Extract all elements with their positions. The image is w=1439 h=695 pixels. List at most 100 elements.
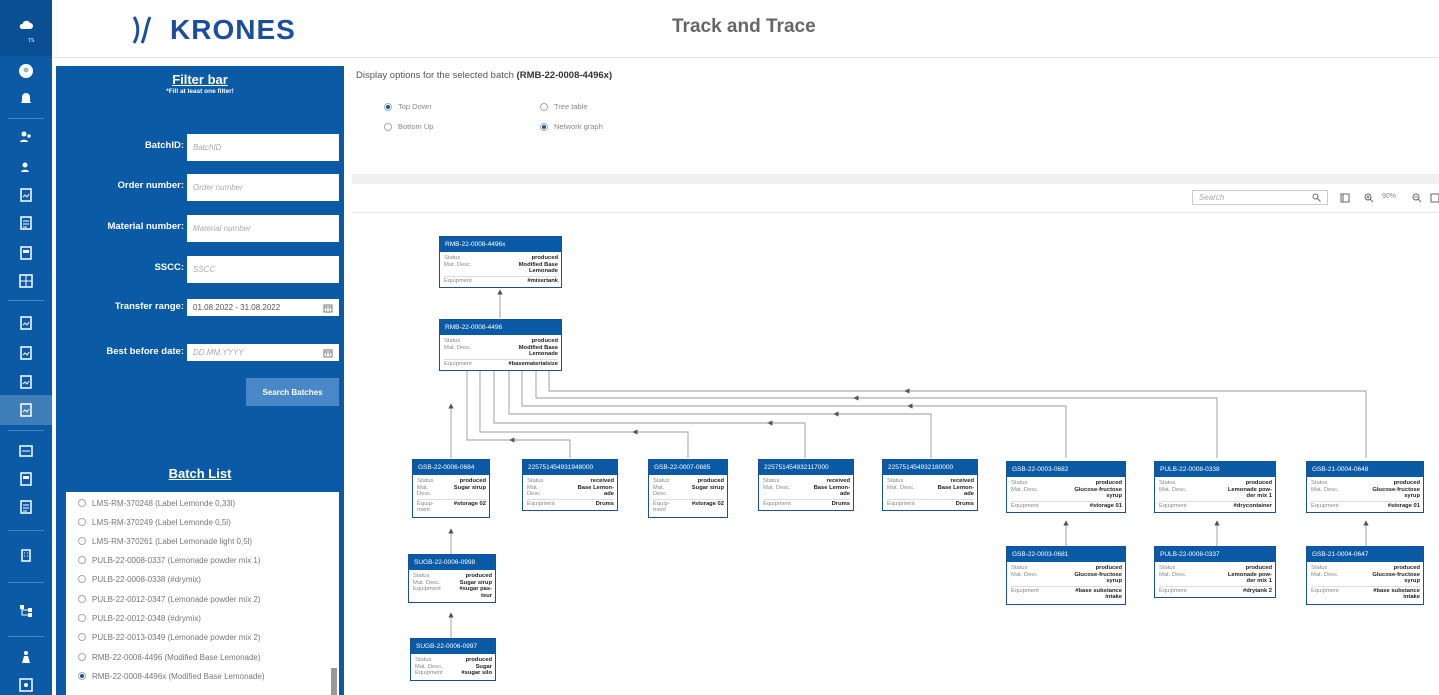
graph-node[interactable]: GSB-22-0007-0685 Status produced Mat. Suga… [648,459,728,518]
report-icon[interactable] [14,184,38,206]
radio-button[interactable] [78,633,86,641]
calendar-icon[interactable] [323,303,333,313]
scrollbar[interactable] [331,668,337,695]
person-icon[interactable] [14,646,38,668]
node-body: Status produced Mat. Desc. Sugar sirup Equ… [409,570,495,602]
material-number-input[interactable] [187,215,339,242]
graph-node[interactable]: RMB-22-0008-4496x Status produced Mat. De… [439,236,562,288]
node-key: Desc. [653,491,668,497]
node-body: Status produced Mat. Desc. Glucose-fructos… [1307,477,1423,512]
node-desc: der mix 1 [1246,578,1272,584]
list-item[interactable]: PULB-22-0012-0347 (Lemonade powder mix 2… [78,591,261,607]
graph-node[interactable]: GSB-22-0003-0681 Status produced Mat. Des… [1006,546,1126,605]
calendar-icon[interactable] [323,348,333,358]
option-label: Tree table [554,102,588,111]
list-item[interactable]: LMS-RM-370248 (Label Lemonde 0,33l) [78,495,235,511]
radio-button[interactable] [78,595,86,603]
user-avatar-icon[interactable] [14,60,38,82]
transfer-range-field[interactable]: 01.08.2022 - 31.08.2022 [187,299,339,316]
graph-node[interactable]: GSB-21-0004-0648 Status produced Mat. Des… [1306,461,1424,513]
node-title: GSB-22-0007-0685 [649,460,727,475]
sscc-input[interactable] [187,256,339,283]
node-key: Equipment [1311,502,1339,509]
radio-button[interactable] [78,518,86,526]
list-item[interactable]: LMS-RM-370249 (Label Lemonde 0,5l) [78,514,231,530]
node-desc: syrup [1404,493,1420,499]
report-icon[interactable] [14,342,38,364]
krones-logo: KRONES [130,10,296,50]
radio-button-selected[interactable] [540,122,548,131]
option-bottom-up[interactable]: Bottom Up [384,122,433,131]
list-item[interactable]: PULB-22-0008-0337 (Lemonade powder mix 1… [78,552,261,568]
report-icon[interactable] [14,371,38,393]
node-desc: syrup [1106,578,1122,584]
batch-list: LMS-RM-370248 (Label Lemonde 0,33l) LMS-… [66,492,339,695]
radio-button[interactable] [540,102,548,111]
list-item[interactable]: RMB-22-0008-4496x (Modified Base Lemonad… [78,668,265,684]
radio-button-selected[interactable] [78,672,86,680]
node-body: Status produced Mat. Desc. Glucose-fructos… [1007,562,1125,604]
graph-node[interactable]: 225751454932117000 Status received Mat. D… [758,459,854,511]
node-desc: ade [840,491,850,497]
user-icon[interactable] [14,156,38,178]
graph-node[interactable]: 225751454932180000 Status received Mat. D… [882,459,978,511]
option-top-down[interactable]: Top Down [384,102,431,111]
graph-node[interactable]: GSB-21-0004-0647 Status produced Mat. Des… [1306,546,1424,605]
bell-icon[interactable] [14,88,38,110]
section-divider [352,174,1439,184]
image-icon[interactable] [14,674,38,695]
cloud-icon[interactable] [14,14,38,36]
list-item[interactable]: LMS-RM-370261 (Label Lemonade light 0,5l… [78,533,252,549]
node-title: GSB-21-0004-0647 [1307,547,1423,562]
graph-node[interactable]: SUGB-22-0006-0998 Status produced Mat. De… [408,554,496,603]
batch-id-input[interactable] [187,134,339,161]
krones-logo-mark-icon [132,16,152,44]
node-title: GSB-22-0003-0681 [1007,547,1125,562]
dashboard-icon[interactable] [14,440,38,462]
list-item[interactable]: PULB-22-0008-0338 (#drymix) [78,571,201,587]
graph-node[interactable]: PULB-22-0008-0337 Status produced Mat. De… [1154,546,1276,598]
list-item[interactable]: RMB-22-0008-4496 (Modified Base Lemonade… [78,649,261,665]
node-body: Status received Mat. Base Lemon- Desc. ade … [523,475,617,510]
option-tree-table[interactable]: Tree table [540,102,588,111]
report-icon[interactable] [14,312,38,334]
radio-button[interactable] [384,122,392,131]
graph-node[interactable]: PULB-22-0008-0338 Status produced Mat. De… [1154,461,1276,513]
order-number-input[interactable] [187,174,339,201]
radio-button[interactable] [78,537,86,545]
radio-button[interactable] [78,499,86,507]
users-icon[interactable] [14,126,38,148]
list-item[interactable]: PULB-22-0013-0349 (Lemonade powder mix 2… [78,629,261,645]
best-before-field[interactable]: DD.MM.YYYY [187,344,339,361]
graph-node[interactable]: GSB-22-0006-0684 Status produced Mat. Suga… [412,459,490,518]
radio-button[interactable] [78,653,86,661]
node-body: Status produced Mat. Desc. Sugar Equipment… [411,654,495,680]
report-icon[interactable] [14,399,38,421]
radio-button[interactable] [78,575,86,583]
option-label: Top Down [398,102,432,111]
display-options-title: Display options for the selected batch (… [356,70,612,81]
document-icon[interactable] [14,242,38,264]
option-network-graph[interactable]: Network graph [540,122,603,131]
grid-icon[interactable] [14,270,38,292]
radio-button-selected[interactable] [384,102,392,111]
graph-node[interactable]: 225751454931948000 Status received Mat. Ba… [522,459,618,511]
search-batches-button[interactable]: Search Batches [246,378,339,406]
building-icon[interactable] [14,544,38,566]
icon-rail: TS [0,0,52,695]
document-icon[interactable] [14,468,38,490]
radio-button[interactable] [78,556,86,564]
graph-node[interactable]: GSB-22-0003-0682 Status produced Mat. Des… [1006,461,1126,513]
sscc-label: SSCC: [154,262,184,273]
node-key: Equipment [1159,502,1187,509]
app-header: KRONES Track and Trace [52,0,1439,58]
radio-button[interactable] [78,614,86,622]
node-equipment: intake [1105,594,1122,600]
hierarchy-icon[interactable] [14,600,38,622]
list-item[interactable]: PULB-22-0012-0348 (#drymix) [78,610,201,626]
list-icon[interactable] [14,496,38,518]
edge [479,371,689,458]
graph-node[interactable]: RMB-22-0008-4496 Status produced Mat. Des… [439,319,562,371]
list-icon[interactable] [14,212,38,234]
graph-node[interactable]: SUGB-22-0006-0997 Status produced Mat. De… [410,638,496,681]
